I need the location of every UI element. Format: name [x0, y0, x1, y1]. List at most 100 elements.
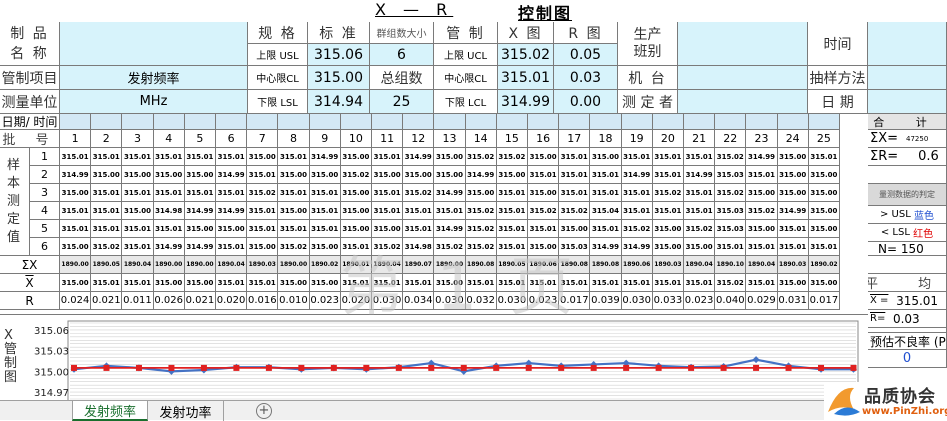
sample-value[interactable]: 315.01	[184, 148, 216, 166]
sample-value[interactable]: 315.01	[684, 148, 716, 166]
sample-value[interactable]: 314.98	[403, 238, 435, 256]
sample-value[interactable]: 315.00	[559, 220, 591, 238]
sample-value[interactable]: 314.99	[465, 166, 497, 184]
sample-value[interactable]: 315.01	[777, 238, 809, 256]
sample-value[interactable]: 315.02	[621, 220, 653, 238]
sample-value[interactable]: 315.00	[340, 148, 372, 166]
date-value[interactable]	[868, 90, 947, 114]
sample-value[interactable]: 315.01	[340, 238, 372, 256]
sample-value[interactable]: 314.98	[153, 202, 185, 220]
sample-value[interactable]: 315.01	[652, 166, 684, 184]
sample-value[interactable]: 315.02	[746, 202, 778, 220]
sample-value[interactable]: 314.99	[309, 148, 341, 166]
sample-value[interactable]: 315.00	[590, 148, 622, 166]
sample-value[interactable]: 315.01	[559, 184, 591, 202]
sample-value[interactable]: 315.00	[247, 238, 279, 256]
sample-value[interactable]: 315.00	[278, 166, 310, 184]
date-time-cell[interactable]	[528, 114, 560, 130]
sample-value[interactable]: 315.00	[309, 166, 341, 184]
sample-value[interactable]: 315.01	[621, 184, 653, 202]
sample-value[interactable]: 315.00	[777, 184, 809, 202]
sample-value[interactable]: 315.01	[309, 202, 341, 220]
date-time-cell[interactable]	[559, 114, 591, 130]
tab-transmit-frequency[interactable]: 发射频率	[72, 401, 148, 421]
sample-value[interactable]: 315.01	[60, 148, 92, 166]
sample-value[interactable]: 315.01	[372, 148, 404, 166]
sample-value[interactable]: 315.00	[340, 184, 372, 202]
sample-value[interactable]: 315.00	[372, 166, 404, 184]
date-time-cell[interactable]	[434, 114, 466, 130]
sample-value[interactable]: 315.01	[216, 238, 248, 256]
sample-value[interactable]: 315.00	[652, 220, 684, 238]
date-time-cell[interactable]	[777, 114, 809, 130]
control-item-value[interactable]: 发射频率	[60, 66, 248, 90]
sample-value[interactable]: 315.01	[153, 184, 185, 202]
sample-value[interactable]: 315.02	[403, 184, 435, 202]
sample-value[interactable]: 315.01	[372, 202, 404, 220]
sample-value[interactable]: 314.99	[403, 148, 435, 166]
sample-value[interactable]: 315.01	[91, 202, 123, 220]
date-time-cell[interactable]	[340, 114, 372, 130]
date-time-cell[interactable]	[496, 114, 528, 130]
sample-value[interactable]: 315.01	[808, 148, 840, 166]
sample-value[interactable]: 315.01	[496, 184, 528, 202]
sample-value[interactable]: 315.01	[91, 148, 123, 166]
sample-value[interactable]: 315.01	[184, 184, 216, 202]
sample-value[interactable]: 315.01	[122, 220, 154, 238]
sample-value[interactable]: 315.04	[590, 202, 622, 220]
date-time-cell[interactable]	[684, 114, 716, 130]
sample-value[interactable]: 315.01	[559, 148, 591, 166]
usl-value[interactable]: 315.06	[308, 44, 370, 66]
sample-value[interactable]: 314.99	[777, 202, 809, 220]
sample-value[interactable]: 315.00	[122, 202, 154, 220]
sample-value[interactable]: 315.02	[434, 238, 466, 256]
sample-value[interactable]: 315.02	[372, 238, 404, 256]
date-time-cell[interactable]	[91, 114, 123, 130]
sample-value[interactable]: 315.02	[528, 202, 560, 220]
sample-value[interactable]: 315.01	[684, 202, 716, 220]
sample-value[interactable]: 315.00	[372, 220, 404, 238]
sample-value[interactable]: 315.01	[122, 238, 154, 256]
sample-value[interactable]: 314.99	[216, 166, 248, 184]
sample-value[interactable]: 315.02	[465, 220, 497, 238]
sample-value[interactable]: 315.02	[340, 166, 372, 184]
sample-value[interactable]: 315.01	[247, 202, 279, 220]
sample-value[interactable]: 315.00	[496, 166, 528, 184]
cl-spec-value[interactable]: 315.00	[308, 66, 370, 90]
sample-value[interactable]: 315.00	[216, 220, 248, 238]
date-time-cell[interactable]	[621, 114, 653, 130]
sample-value[interactable]: 314.99	[621, 238, 653, 256]
sample-value[interactable]: 315.01	[372, 184, 404, 202]
sample-value[interactable]: 314.99	[434, 184, 466, 202]
sample-value[interactable]: 315.01	[590, 184, 622, 202]
sample-value[interactable]: 315.00	[808, 220, 840, 238]
date-time-cell[interactable]	[278, 114, 310, 130]
date-time-cell[interactable]	[808, 114, 840, 130]
date-time-cell[interactable]	[590, 114, 622, 130]
date-time-cell[interactable]	[247, 114, 279, 130]
sample-value[interactable]: 315.01	[91, 184, 123, 202]
sample-value[interactable]: 315.02	[465, 148, 497, 166]
sample-value[interactable]: 315.01	[278, 148, 310, 166]
date-time-cell[interactable]	[372, 114, 404, 130]
sample-value[interactable]: 315.01	[590, 166, 622, 184]
sample-value[interactable]: 315.00	[528, 184, 560, 202]
sample-value[interactable]: 314.99	[746, 148, 778, 166]
sample-value[interactable]: 314.99	[184, 202, 216, 220]
sample-value[interactable]: 315.00	[340, 220, 372, 238]
sample-value[interactable]: 315.01	[684, 184, 716, 202]
sample-value[interactable]: 315.00	[60, 238, 92, 256]
sample-value[interactable]: 315.01	[808, 238, 840, 256]
date-time-cell[interactable]	[715, 114, 747, 130]
sample-value[interactable]: 314.99	[216, 202, 248, 220]
date-time-cell[interactable]	[652, 114, 684, 130]
sample-value[interactable]: 315.00	[746, 184, 778, 202]
sample-value[interactable]: 315.01	[216, 148, 248, 166]
product-name-value[interactable]	[60, 22, 248, 66]
sample-value[interactable]: 315.01	[746, 166, 778, 184]
sample-value[interactable]: 315.02	[465, 238, 497, 256]
sample-value[interactable]: 315.03	[715, 202, 747, 220]
sample-value[interactable]: 315.02	[496, 148, 528, 166]
sample-value[interactable]: 315.01	[403, 220, 435, 238]
sample-value[interactable]: 314.99	[60, 166, 92, 184]
